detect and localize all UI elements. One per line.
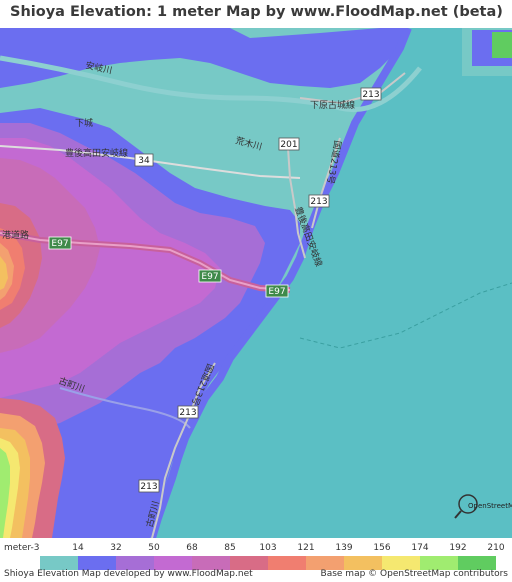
legend-swatch <box>78 556 116 570</box>
legend-label: 174 <box>411 543 429 553</box>
footer-basemap-credit[interactable]: Base map © OpenStreetMap contributors <box>321 569 508 579</box>
svg-text:213: 213 <box>310 197 327 207</box>
legend-label: 210 <box>487 543 505 553</box>
shield-213-east: 213 <box>308 194 330 208</box>
label-shimojo: 下城 <box>75 118 93 129</box>
elevation-map[interactable]: 213 201 34 213 E97 E97 E97 213 213 下城 豊後… <box>0 28 512 538</box>
legend-label: 68 <box>186 543 198 553</box>
shield-201: 201 <box>278 137 300 151</box>
legend-label: 103 <box>259 543 277 553</box>
legend-swatch <box>420 556 458 570</box>
svg-text:201: 201 <box>280 140 297 150</box>
svg-text:E97: E97 <box>268 287 285 297</box>
legend-swatch <box>154 556 192 570</box>
svg-text:34: 34 <box>138 156 150 166</box>
legend-swatch <box>344 556 382 570</box>
shield-e97-east: E97 <box>265 284 289 298</box>
legend-label: 121 <box>297 543 315 553</box>
shield-213-south: 213 <box>177 405 199 419</box>
legend-swatch <box>458 556 496 570</box>
legend-swatch <box>40 556 78 570</box>
shield-e97-west: E97 <box>48 236 72 250</box>
svg-text:OpenStreetMap: OpenStreetMap <box>468 502 512 510</box>
label-airport-road: 港道路 <box>2 229 29 241</box>
label-shimohara-line: 下原古城線 <box>310 99 355 111</box>
label-bungotakada-line: 豊後高田安岐線 <box>65 147 128 159</box>
legend-label: 139 <box>335 543 353 553</box>
legend-label: -3 <box>30 543 40 553</box>
shield-34: 34 <box>134 153 154 167</box>
legend-swatch <box>306 556 344 570</box>
legend-label: 32 <box>110 543 122 553</box>
svg-text:213: 213 <box>362 90 379 100</box>
legend-label: 192 <box>449 543 467 553</box>
legend-swatch <box>268 556 306 570</box>
island-green <box>492 32 512 58</box>
title-bar: Shioya Elevation: 1 meter Map by www.Flo… <box>0 0 512 28</box>
legend-label: 85 <box>224 543 236 553</box>
legend-swatch <box>382 556 420 570</box>
legend-label: 156 <box>373 543 391 553</box>
legend-label: 50 <box>148 543 160 553</box>
shield-213-north: 213 <box>360 87 382 101</box>
svg-text:213: 213 <box>140 482 157 492</box>
legend-label: 14 <box>72 543 84 553</box>
shield-e97-center: E97 <box>198 269 222 283</box>
svg-text:E97: E97 <box>201 272 218 282</box>
svg-text:E97: E97 <box>51 239 68 249</box>
legend-swatch <box>230 556 268 570</box>
legend-swatch <box>116 556 154 570</box>
svg-text:213: 213 <box>179 408 196 418</box>
footer-credit[interactable]: Shioya Elevation Map developed by www.Fl… <box>4 569 253 579</box>
legend-swatch <box>192 556 230 570</box>
shield-213-far-south: 213 <box>138 479 160 493</box>
page-title: Shioya Elevation: 1 meter Map by www.Flo… <box>10 4 503 20</box>
